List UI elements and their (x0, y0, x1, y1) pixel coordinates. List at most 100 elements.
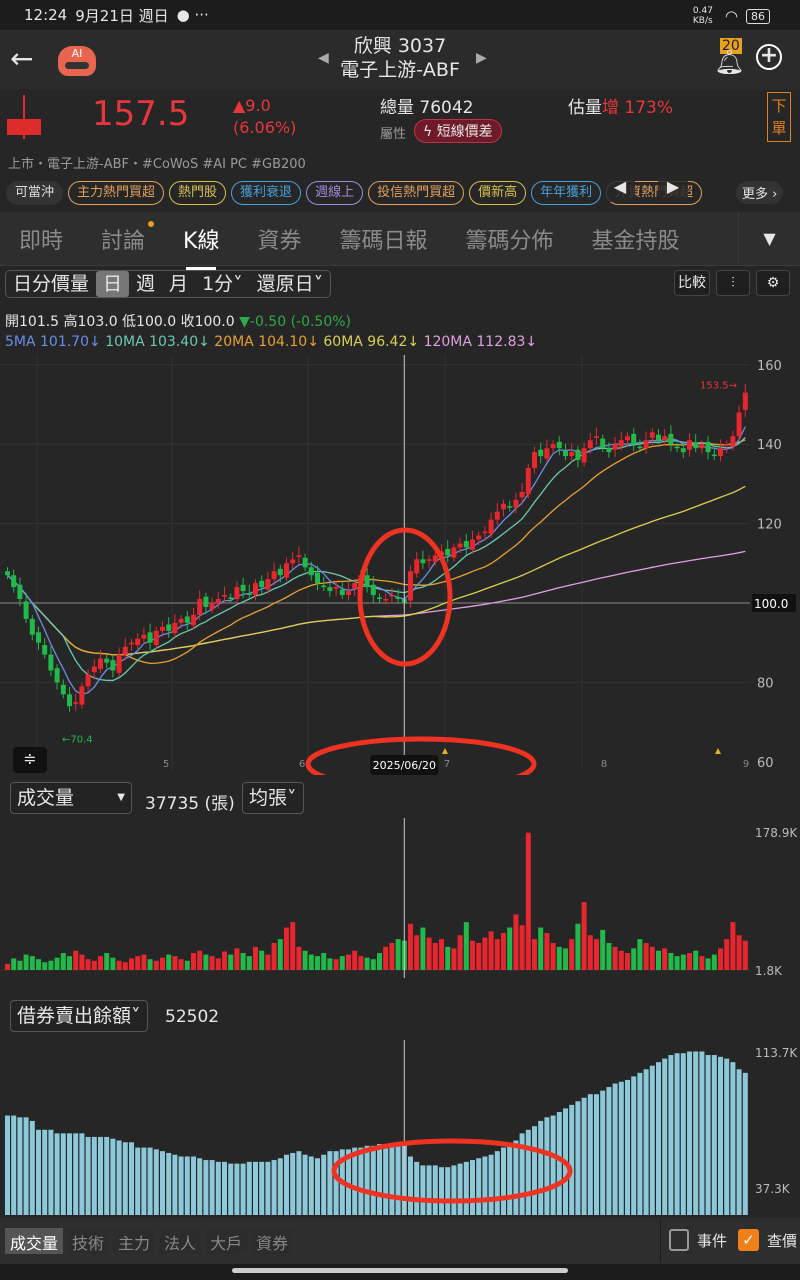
volume-bar (284, 927, 289, 970)
chart-resize-button[interactable]: ≑ (13, 747, 47, 773)
period-option-1[interactable]: 日 (96, 271, 130, 297)
volume-bar (184, 960, 190, 970)
short-balance-bar (711, 1055, 717, 1215)
short-balance-bar (135, 1147, 141, 1215)
status-date: 9月21日 週日 (75, 6, 169, 25)
candle-body (476, 535, 482, 540)
tab-3[interactable]: 資券 (238, 223, 320, 255)
indicator-tab-0[interactable]: 成交量 (5, 1228, 64, 1254)
chip-3[interactable]: 獲利衰退 (231, 181, 302, 205)
volume-chart[interactable]: 178.9K 1.8K (0, 818, 800, 978)
attribute-badge[interactable]: ϟ 短線價差 (414, 119, 502, 143)
volume-bar (569, 939, 575, 970)
tabs-dropdown-button[interactable]: ▼ (738, 212, 800, 265)
price-lookup-checkbox[interactable]: ✓ 查價 (738, 1229, 797, 1251)
event-checkbox[interactable]: 事件 (669, 1229, 727, 1251)
candle-body (408, 571, 413, 601)
chips-scroll-right[interactable]: ▶ (658, 172, 688, 202)
volume-bar (240, 953, 246, 970)
period-option-5[interactable]: 還原日˅ (250, 271, 331, 297)
short-balance-bar (550, 1115, 556, 1215)
candlestick-chart[interactable]: 160 140 120 80 60 5 6 7 8 9 100.0 2025/06/20 153.5→ ←… (0, 355, 800, 775)
tab-0[interactable]: 即時 (0, 223, 82, 255)
volume-mode-select[interactable]: 均張˅ (242, 782, 304, 814)
short-indicator-select[interactable]: 借券賣出餘額˅ (10, 1000, 148, 1032)
volume-bar (594, 939, 599, 970)
home-gesture-handle[interactable] (232, 1268, 568, 1273)
period-option-2[interactable]: 週 (129, 271, 162, 297)
candle-body (600, 438, 606, 449)
short-balance-bar (643, 1069, 649, 1215)
indicator-button[interactable]: ⫶ (716, 270, 750, 296)
short-balance-bar (377, 1144, 382, 1215)
indicator-tab-3[interactable]: 法人 (159, 1228, 202, 1254)
back-button[interactable]: ← (10, 42, 33, 75)
volume-bar (172, 956, 178, 970)
chip-2[interactable]: 熱門股 (169, 181, 227, 205)
tab-4[interactable]: 籌碼日報 (320, 223, 446, 255)
short-balance-bar (259, 1161, 265, 1215)
chips-more-button[interactable]: 更多 › (736, 181, 784, 204)
candle-body (730, 436, 736, 447)
volume-bar (67, 956, 72, 970)
candle-body (556, 441, 562, 449)
short-balance-bar (203, 1160, 209, 1215)
volume-indicator-select[interactable]: 成交量 ▼ (10, 782, 132, 814)
candle-body (538, 449, 544, 457)
tab-5[interactable]: 籌碼分佈 (447, 223, 573, 255)
candle-body (482, 531, 488, 534)
volume-bar (141, 954, 147, 970)
y-tick-label: 80 (757, 676, 774, 691)
volume-bar (327, 958, 333, 970)
chip-6[interactable]: 價新高 (469, 181, 527, 205)
chips-scroll-left[interactable]: ◀ (605, 172, 635, 202)
chip-4[interactable]: 週線上 (306, 181, 364, 205)
period-option-4[interactable]: 1分˅ (195, 271, 250, 297)
chip-5[interactable]: 投信熱門買超 (368, 181, 465, 205)
next-stock-arrow[interactable]: ▶ (476, 50, 487, 66)
short-balance-bar (11, 1115, 17, 1215)
candle-body (23, 601, 29, 619)
est-pct: 173% (624, 98, 674, 118)
volume-bar (742, 940, 748, 970)
short-balance-bar (699, 1051, 705, 1215)
ai-robot-icon[interactable]: AI (58, 46, 96, 76)
candle-body (581, 448, 587, 463)
candle-body (160, 626, 165, 631)
battery-icon: 86 (746, 8, 770, 24)
period-option-3[interactable]: 月 (162, 271, 195, 297)
chip-1[interactable]: 主力熱門買超 (68, 181, 165, 205)
short-balance-bar (85, 1136, 91, 1215)
short-balance-bar (172, 1154, 178, 1215)
short-balance-bar (327, 1151, 333, 1215)
indicator-tab-2[interactable]: 主力 (113, 1228, 156, 1254)
volume-bar (116, 960, 122, 970)
candle-body (147, 632, 153, 643)
chip-7[interactable]: 年年獲利 (531, 181, 602, 205)
volume-bar (265, 954, 271, 970)
indicator-tab-4[interactable]: 大戶 (205, 1228, 248, 1254)
add-watchlist-button[interactable]: + (756, 44, 782, 70)
settings-gear-icon[interactable]: ⚙ (756, 270, 790, 296)
volume-bar (674, 956, 680, 970)
stock-tags-line: 上市・電子上游-ABF・#CoWoS #AI PC #GB200 (8, 157, 306, 172)
period-option-0[interactable]: 日分價量 (6, 271, 96, 297)
est-dir: 增 (602, 98, 619, 118)
tab-6[interactable]: 基金持股 (573, 223, 699, 255)
indicator-tab-1[interactable]: 技術 (67, 1228, 110, 1254)
high-price-label: 153.5→ (700, 381, 737, 392)
ohlc-text: 開101.5 高103.0 低100.0 收100.0 (5, 314, 235, 330)
tab-2[interactable]: K線 (164, 223, 238, 270)
order-button[interactable]: 下單 (767, 92, 791, 142)
volume-bar (302, 950, 308, 970)
compare-button[interactable]: 比較 (674, 270, 710, 296)
tab-1[interactable]: 討論 (82, 223, 164, 255)
candle-body (172, 622, 178, 634)
candle-body (687, 440, 692, 450)
short-balance-bar (494, 1151, 500, 1215)
short-balance-chart[interactable]: 113.7K 37.3K (0, 1040, 800, 1215)
chip-0[interactable]: 可當沖 (6, 181, 64, 205)
indicator-tab-5[interactable]: 資券 (251, 1228, 294, 1254)
candle-body (494, 511, 500, 520)
short-balance-bar (556, 1111, 562, 1215)
